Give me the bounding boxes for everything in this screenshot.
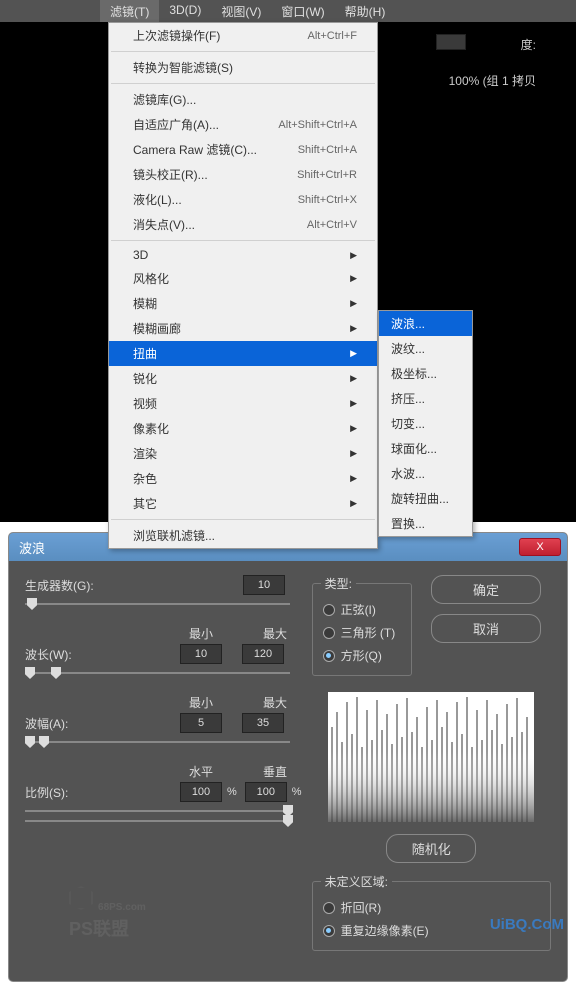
menu-video[interactable]: 视频▶ (109, 391, 377, 416)
menubar: 滤镜(T) 3D(D) 视图(V) 窗口(W) 帮助(H) (0, 0, 576, 22)
min-header: 最小 (180, 625, 222, 642)
menu-filter-gallery[interactable]: 滤镜库(G)... (109, 87, 377, 112)
menu-sharpen[interactable]: 锐化▶ (109, 366, 377, 391)
menu-window[interactable]: 窗口(W) (271, 0, 334, 22)
menu-vanishing-point[interactable]: 消失点(V)...Alt+Ctrl+V (109, 212, 377, 237)
scale-slider-2[interactable] (25, 820, 290, 822)
dialog-title: 波浪 (19, 538, 45, 557)
type-fieldset: 类型: 正弦(I) 三角形 (T) 方形(Q) (312, 575, 412, 676)
scale-v-input[interactable] (245, 782, 287, 802)
scale-label: 比例(S): (25, 784, 103, 801)
doc-title-fragment: 100% (组 1 拷贝 (449, 72, 536, 89)
menu-smart-filter[interactable]: 转换为智能滤镜(S) (109, 55, 377, 80)
max-header: 最大 (254, 625, 296, 642)
wavelength-min-input[interactable] (180, 644, 222, 664)
menu-pixelate[interactable]: 像素化▶ (109, 416, 377, 441)
wavelength-label: 波长(W): (25, 646, 103, 663)
cancel-button[interactable]: 取消 (431, 614, 541, 643)
chevron-right-icon: ▶ (350, 373, 357, 384)
max-header: 最大 (254, 694, 296, 711)
menu-blur[interactable]: 模糊▶ (109, 291, 377, 316)
slider-thumb-min[interactable] (25, 736, 35, 748)
toolbar-degree-input[interactable] (436, 34, 466, 50)
submenu-polar[interactable]: 极坐标... (379, 361, 472, 386)
menu-3d-sub[interactable]: 3D▶ (109, 244, 377, 266)
menu-noise[interactable]: 杂色▶ (109, 466, 377, 491)
menu-lens-correction[interactable]: 镜头校正(R)...Shift+Ctrl+R (109, 162, 377, 187)
wavelength-max-input[interactable] (242, 644, 284, 664)
close-button[interactable]: X (519, 538, 561, 556)
site-watermark: UiBQ.CoM (490, 916, 564, 933)
generators-input[interactable] (243, 575, 285, 595)
type-legend: 类型: (321, 575, 356, 592)
chevron-right-icon: ▶ (350, 298, 357, 309)
menu-render[interactable]: 渲染▶ (109, 441, 377, 466)
menu-liquify[interactable]: 液化(L)...Shift+Ctrl+X (109, 187, 377, 212)
generators-slider[interactable] (25, 603, 290, 605)
submenu-shear[interactable]: 切变... (379, 411, 472, 436)
radio-triangle[interactable]: 三角形 (T) (323, 621, 401, 644)
chevron-right-icon: ▶ (350, 423, 357, 434)
menu-filter[interactable]: 滤镜(T) (100, 0, 159, 22)
submenu-pinch[interactable]: 挤压... (379, 386, 472, 411)
wave-dialog: 波浪 X 生成器数(G): 最小 最大 波长(W): (8, 532, 568, 982)
submenu-spherize[interactable]: 球面化... (379, 436, 472, 461)
submenu-wave[interactable]: 波浪... (379, 311, 472, 336)
toolbar-degree-label: 度: (521, 36, 536, 53)
submenu-ripple[interactable]: 波纹... (379, 336, 472, 361)
menu-camera-raw[interactable]: Camera Raw 滤镜(C)...Shift+Ctrl+A (109, 137, 377, 162)
randomize-button[interactable]: 随机化 (386, 834, 476, 863)
v-header: 垂直 (254, 763, 296, 780)
menu-browse-online[interactable]: 浏览联机滤镜... (109, 523, 377, 548)
menu-help[interactable]: 帮助(H) (335, 0, 396, 22)
chevron-right-icon: ▶ (350, 323, 357, 334)
submenu-twirl[interactable]: 旋转扭曲... (379, 486, 472, 511)
menu-other[interactable]: 其它▶ (109, 491, 377, 516)
close-icon: X (536, 541, 543, 553)
preview-panel (328, 692, 534, 822)
distort-submenu: 波浪... 波纹... 极坐标... 挤压... 切变... 球面化... 水波… (378, 310, 473, 537)
chevron-right-icon: ▶ (350, 348, 357, 359)
radio-square[interactable]: 方形(Q) (323, 644, 401, 667)
menu-3d[interactable]: 3D(D) (159, 0, 211, 22)
slider-thumb[interactable] (283, 815, 293, 827)
scale-slider[interactable] (25, 810, 290, 812)
chevron-right-icon: ▶ (350, 473, 357, 484)
h-header: 水平 (180, 763, 222, 780)
amplitude-slider[interactable] (25, 741, 290, 743)
chevron-right-icon: ▶ (350, 398, 357, 409)
chevron-right-icon: ▶ (350, 273, 357, 284)
menu-view[interactable]: 视图(V) (211, 0, 271, 22)
undefined-legend: 未定义区域: (321, 873, 392, 890)
amplitude-label: 波幅(A): (25, 715, 103, 732)
chevron-right-icon: ▶ (350, 498, 357, 509)
menu-stylize[interactable]: 风格化▶ (109, 266, 377, 291)
menu-last-filter[interactable]: 上次滤镜操作(F)Alt+Ctrl+F (109, 23, 377, 48)
ok-button[interactable]: 确定 (431, 575, 541, 604)
menu-blur-gallery[interactable]: 模糊画廊▶ (109, 316, 377, 341)
scale-h-input[interactable] (180, 782, 222, 802)
wavelength-slider[interactable] (25, 672, 290, 674)
slider-thumb[interactable] (27, 598, 37, 610)
radio-sine[interactable]: 正弦(I) (323, 598, 401, 621)
menu-adaptive-wide[interactable]: 自适应广角(A)...Alt+Shift+Ctrl+A (109, 112, 377, 137)
slider-thumb-min[interactable] (25, 667, 35, 679)
slider-thumb-max[interactable] (39, 736, 49, 748)
watermark: 68PS.com PS联盟 (69, 886, 146, 941)
amplitude-min-input[interactable] (180, 713, 222, 733)
chevron-right-icon: ▶ (350, 448, 357, 459)
undefined-fieldset: 未定义区域: 折回(R) 重复边缘像素(E) (312, 873, 551, 951)
amplitude-max-input[interactable] (242, 713, 284, 733)
submenu-displace[interactable]: 置换... (379, 511, 472, 536)
filter-dropdown: 上次滤镜操作(F)Alt+Ctrl+F 转换为智能滤镜(S) 滤镜库(G)...… (108, 22, 378, 549)
min-header: 最小 (180, 694, 222, 711)
chevron-right-icon: ▶ (350, 250, 357, 261)
submenu-zigzag[interactable]: 水波... (379, 461, 472, 486)
slider-thumb-max[interactable] (51, 667, 61, 679)
generators-label: 生成器数(G): (25, 577, 103, 594)
menu-distort[interactable]: 扭曲▶ (109, 341, 377, 366)
